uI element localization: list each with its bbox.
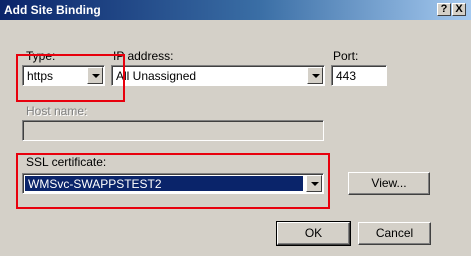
ssl-certificate-label: SSL certificate: bbox=[26, 155, 107, 169]
port-label: Port: bbox=[333, 49, 359, 63]
help-button[interactable]: ? bbox=[437, 3, 451, 16]
host-name-input[interactable] bbox=[22, 120, 324, 141]
port-value: 443 bbox=[336, 69, 357, 83]
view-button[interactable]: View... bbox=[348, 172, 430, 195]
ip-address-label: IP address: bbox=[113, 49, 174, 63]
ssl-certificate-select[interactable]: WMSvc-SWAPPSTEST2 bbox=[22, 173, 324, 194]
ssl-certificate-dropdown-button[interactable] bbox=[306, 175, 322, 192]
chevron-down-icon bbox=[311, 182, 319, 186]
port-input[interactable]: 443 bbox=[331, 65, 387, 86]
host-name-label: Host name: bbox=[26, 104, 88, 118]
window-title: Add Site Binding bbox=[4, 3, 101, 17]
type-dropdown-button[interactable] bbox=[87, 67, 103, 84]
chevron-down-icon bbox=[92, 74, 100, 78]
close-button[interactable]: X bbox=[452, 3, 466, 16]
type-select[interactable]: https bbox=[22, 65, 105, 86]
ip-address-dropdown-button[interactable] bbox=[307, 67, 323, 84]
ip-address-value: All Unassigned bbox=[116, 69, 197, 83]
close-icon: X bbox=[455, 3, 463, 15]
type-label: Type: bbox=[26, 49, 56, 63]
chevron-down-icon bbox=[312, 74, 320, 78]
title-bar[interactable]: Add Site Binding ? X bbox=[0, 0, 471, 20]
ip-address-select[interactable]: All Unassigned bbox=[111, 65, 325, 86]
help-icon: ? bbox=[440, 3, 448, 15]
ssl-certificate-value: WMSvc-SWAPPSTEST2 bbox=[28, 177, 162, 191]
cancel-button[interactable]: Cancel bbox=[358, 222, 431, 245]
ok-button[interactable]: OK bbox=[276, 221, 351, 246]
type-value: https bbox=[27, 69, 54, 83]
